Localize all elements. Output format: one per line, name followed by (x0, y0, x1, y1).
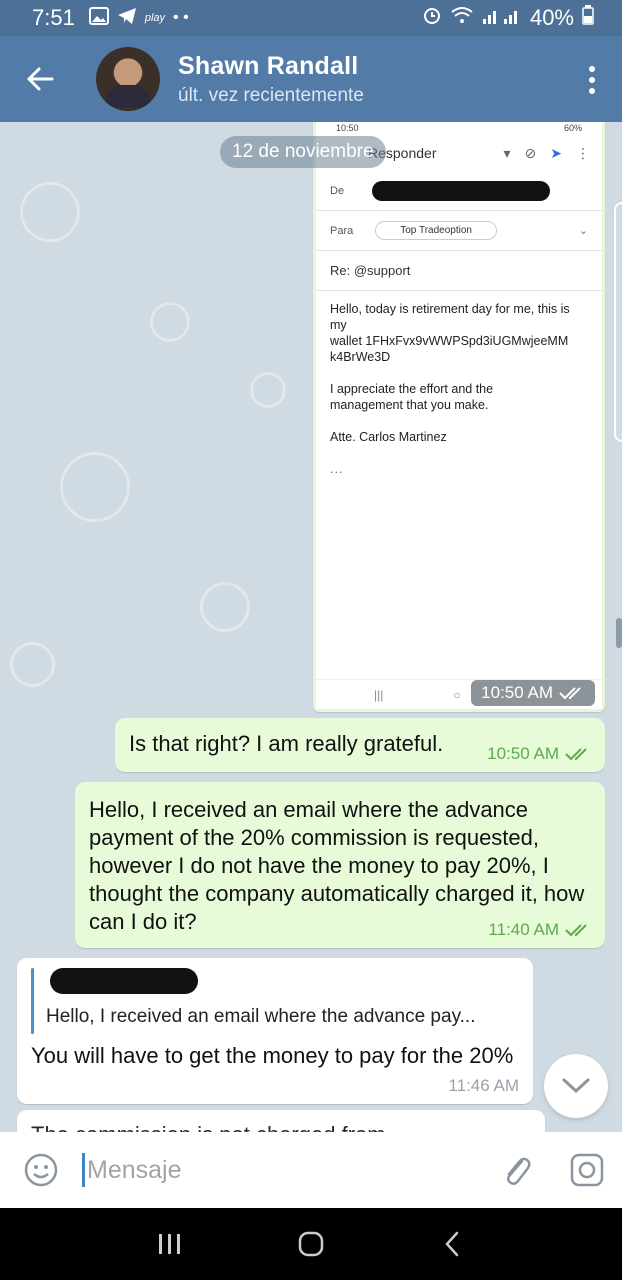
double-check-icon (565, 748, 587, 761)
message-text: The commission is not charged from... (31, 1122, 531, 1132)
background-doodle (60, 452, 130, 522)
from-label: De (330, 184, 345, 197)
text-caret (82, 1153, 85, 1187)
camera-icon (570, 1153, 604, 1187)
email-body: Hello, today is retirement day for me, t… (316, 291, 602, 487)
gallery-icon (88, 6, 109, 30)
email-paragraph: Hello, today is retirement day for me, t… (330, 302, 570, 364)
double-check-icon (565, 924, 587, 937)
contact-name: Shawn Randall (178, 51, 359, 80)
more-icon: ⋮ (576, 144, 590, 161)
dropdown-icon: ▾ (503, 144, 511, 161)
incoming-message[interactable]: The commission is not charged from... (17, 1110, 545, 1132)
chat-title-area[interactable]: Shawn Randall últ. vez recientemente (178, 52, 364, 107)
outgoing-message[interactable]: Is that right? I am really grateful. 10:… (115, 718, 605, 772)
email-signature: Atte. Carlos Martinez (330, 430, 447, 444)
message-text: You will have to get the money to pay fo… (31, 1043, 514, 1068)
emoji-icon (24, 1153, 58, 1187)
recipient-chip: Top Tradeoption (375, 221, 497, 240)
mini-status-battery: 60% (563, 123, 582, 133)
chat-header: Shawn Randall últ. vez recientemente (0, 36, 622, 122)
reply-quote[interactable]: Hello, I received an email where the adv… (31, 968, 519, 1034)
attach-button[interactable] (482, 1132, 552, 1208)
system-nav-bar (0, 1208, 622, 1280)
redaction-mark (50, 968, 198, 994)
message-input[interactable]: Mensaje (82, 1150, 482, 1190)
image-timestamp: 10:50 AM (471, 680, 595, 706)
message-time: 10:50 AM (487, 744, 559, 763)
image-message[interactable]: 10:50 60% Responder ▾ ⊘ ➤ ⋮ De Para Top … (313, 122, 605, 712)
incoming-message[interactable]: Hello, I received an email where the adv… (17, 958, 533, 1104)
wifi-icon (450, 5, 474, 31)
background-doodle (10, 642, 55, 687)
quoted-text: Hello, I received an email where the adv… (46, 1006, 476, 1027)
background-doodle (200, 582, 250, 632)
background-doodle (250, 372, 286, 408)
emoji-button[interactable] (0, 1132, 82, 1208)
email-paragraph: I appreciate the effort and the manageme… (330, 382, 494, 412)
home-icon (298, 1231, 324, 1257)
message-time: 11:46 AM (448, 1076, 519, 1095)
back-arrow-icon (27, 67, 54, 91)
back-nav-icon (444, 1231, 458, 1257)
back-nav-button[interactable] (422, 1214, 482, 1274)
recents-button[interactable] (140, 1214, 200, 1274)
side-panel-handle[interactable] (614, 202, 622, 442)
message-text: Hello, I received an email where the adv… (89, 797, 585, 934)
home-button[interactable] (281, 1214, 341, 1274)
scroll-down-button[interactable] (544, 1054, 608, 1118)
battery-icon (582, 5, 594, 31)
double-check-icon (559, 687, 581, 700)
alarm-icon (422, 5, 442, 31)
date-separator: 12 de noviembre (220, 136, 386, 168)
outgoing-message[interactable]: Hello, I received an email where the adv… (75, 782, 605, 948)
chevron-down-icon: ⌄ (578, 225, 588, 237)
avatar[interactable] (96, 47, 160, 111)
more-options-icon[interactable] (586, 66, 598, 94)
status-bar: 7:51 play • • 40% (0, 0, 622, 36)
background-doodle (20, 182, 80, 242)
more-notifications: • • (173, 9, 189, 26)
background-doodle (150, 302, 190, 342)
scrollbar[interactable] (616, 618, 622, 648)
paperclip-icon (507, 1157, 531, 1185)
message-placeholder: Mensaje (87, 1155, 182, 1184)
signal-icon (482, 5, 522, 31)
message-composer: Mensaje (0, 1132, 622, 1208)
send-icon: ➤ (550, 144, 562, 161)
message-time: 11:40 AM (488, 920, 559, 939)
chat-area[interactable]: 10:50 60% Responder ▾ ⊘ ➤ ⋮ De Para Top … (0, 122, 622, 1132)
telegram-icon (117, 7, 137, 30)
to-label: Para (330, 224, 354, 237)
play-label: play (144, 12, 166, 24)
attach-icon: ⊘ (524, 144, 537, 161)
camera-button[interactable] (552, 1132, 622, 1208)
chevron-down-icon (562, 1078, 590, 1094)
email-screenshot: 10:50 60% Responder ▾ ⊘ ➤ ⋮ De Para Top … (316, 122, 602, 709)
status-time: 7:51 (32, 5, 75, 30)
battery-percent: 40% (529, 5, 574, 30)
mini-status-time: 10:50 (336, 123, 359, 133)
redaction-mark (372, 180, 551, 201)
email-subject: Re: @support (316, 251, 602, 291)
back-button[interactable] (0, 36, 80, 122)
recents-icon (159, 1234, 181, 1254)
email-ellipsis: ... (330, 462, 344, 476)
contact-status: últ. vez recientemente (178, 84, 364, 106)
